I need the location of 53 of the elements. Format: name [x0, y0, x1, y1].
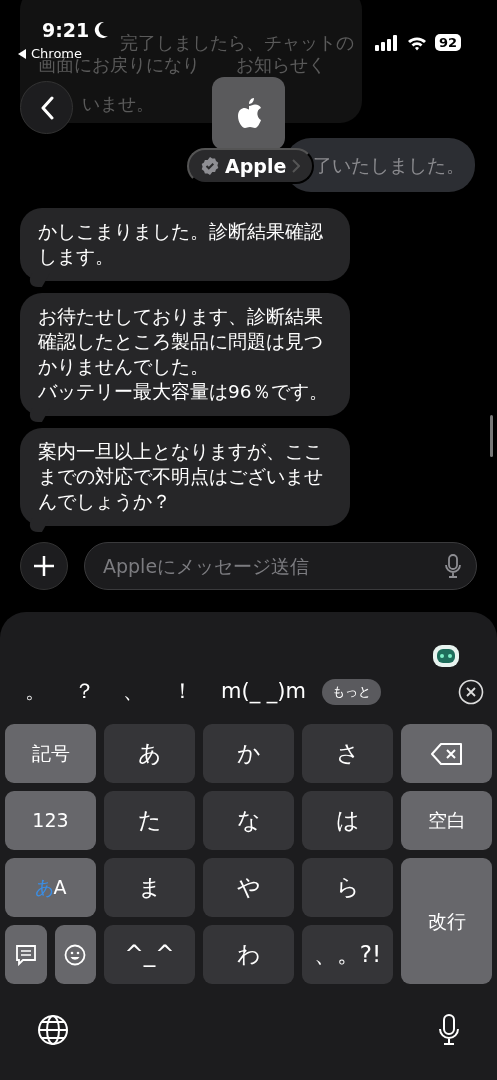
delete-key[interactable] — [401, 724, 492, 783]
input-mode-key[interactable]: あA — [5, 858, 96, 917]
contact-name-button[interactable]: Apple — [187, 148, 315, 184]
key[interactable]: 123 — [5, 791, 96, 850]
key[interactable]: さ — [302, 724, 393, 783]
key[interactable]: ^_^ — [104, 925, 195, 984]
return-key[interactable]: 改行 — [401, 858, 492, 984]
smiley-icon — [64, 943, 87, 966]
key[interactable]: わ — [203, 925, 294, 984]
battery-level: 92 — [434, 34, 461, 51]
wifi-icon — [406, 34, 427, 51]
suggestion-button[interactable]: m(_ _)m — [207, 676, 320, 708]
message-text: 完了しましたら、チャットの — [120, 33, 354, 53]
chevron-right-icon — [292, 159, 301, 173]
key[interactable]: あ — [104, 724, 195, 783]
back-triangle-icon[interactable] — [18, 49, 27, 59]
message-text: お待たせしております、診断結果確認したところ製品に問題は見つかりませんでした。 — [38, 305, 324, 379]
message-text: 了いたしました。 — [313, 152, 465, 178]
key[interactable]: や — [203, 858, 294, 917]
more-button[interactable]: もっと — [322, 679, 381, 705]
backspace-icon — [430, 742, 463, 765]
close-icon[interactable] — [458, 679, 484, 705]
message-text: お知らせく — [236, 55, 326, 75]
key[interactable]: 記号 — [5, 724, 96, 783]
plus-icon — [33, 555, 55, 577]
message-input-field[interactable]: Appleにメッセージ送信 — [84, 542, 477, 590]
message-text: いませ。 — [82, 94, 154, 114]
key[interactable]: は — [302, 791, 393, 850]
suggestion-button[interactable]: 、 — [109, 676, 158, 708]
emoji-key[interactable] — [54, 925, 96, 984]
key[interactable]: 、。?! — [302, 925, 393, 984]
key[interactable]: 空白 — [401, 791, 492, 850]
add-button[interactable] — [20, 542, 68, 590]
message-text: かしこまりました。診断結果確認します。 — [38, 220, 324, 269]
chat-bubble-icon — [14, 943, 37, 966]
key[interactable]: か — [203, 724, 294, 783]
key[interactable]: た — [104, 791, 195, 850]
message-text: 案内一旦以上となりますが、ここまでの対応で不明点はございませんでしょうか？ — [38, 440, 324, 514]
suggestion-button[interactable]: ！ — [158, 676, 207, 708]
suggestion-button[interactable]: 。 — [11, 676, 60, 708]
suggestion-button[interactable]: ？ — [60, 676, 109, 708]
chat-key[interactable] — [5, 925, 47, 984]
globe-icon[interactable] — [37, 1014, 69, 1046]
key[interactable]: ま — [104, 858, 195, 917]
moon-icon — [93, 21, 110, 39]
signal-icon — [374, 34, 399, 51]
microphone-icon[interactable] — [438, 1014, 460, 1046]
robot-face-icon[interactable] — [432, 642, 460, 668]
key[interactable]: ら — [302, 858, 393, 917]
clock-time: 9:21 — [42, 18, 90, 42]
chevron-left-icon — [39, 95, 54, 120]
message-text: バッテリー最大容量は96％です。 — [38, 380, 329, 404]
key[interactable]: な — [203, 791, 294, 850]
